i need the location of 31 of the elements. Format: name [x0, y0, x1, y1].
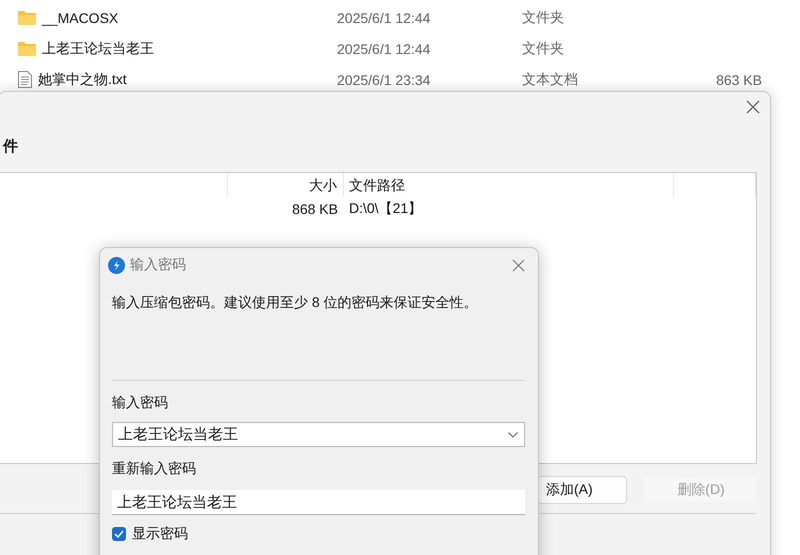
- file-date: 2025/6/1 12:44: [337, 10, 432, 26]
- file-name[interactable]: 上老王论坛当老王: [42, 40, 154, 58]
- close-icon[interactable]: [512, 258, 525, 272]
- file-date: 2025/6/1 12:44: [337, 40, 432, 56]
- text-file-icon: [18, 71, 32, 88]
- table-cell-text: D:\0\【21】: [348, 200, 424, 218]
- column-header[interactable]: 大小: [228, 173, 344, 197]
- dialog-heading: 件: [3, 137, 19, 157]
- file-size: 863 KB: [715, 72, 762, 88]
- field-label: 输入密码: [112, 394, 168, 410]
- confirm-password-field[interactable]: 上老王论坛当老王: [112, 490, 525, 515]
- chevron-down-icon: [508, 432, 518, 438]
- file-type: 文本文档: [522, 70, 579, 88]
- table-cell-text: 868 KB: [291, 201, 339, 217]
- file-type: 文件夹: [522, 40, 565, 58]
- dialog-message: 输入压缩包密码。建议使用至少 8 位的密码来保证安全性。: [112, 294, 478, 310]
- column-header[interactable]: 文件路径: [344, 173, 674, 197]
- add-button[interactable]: 添加(A): [537, 476, 627, 504]
- file-name[interactable]: 她掌中之物.txt: [38, 70, 127, 88]
- dialog-title: 输入密码: [130, 256, 186, 274]
- folder-icon: [18, 10, 36, 25]
- file-date: 2025/6/1 23:34: [337, 72, 432, 88]
- folder-icon: [18, 41, 36, 56]
- field-label: 重新输入密码: [112, 460, 196, 476]
- close-icon[interactable]: [746, 100, 760, 114]
- checkbox[interactable]: [112, 527, 126, 541]
- password-combo-box[interactable]: 上老王论坛当老王: [112, 422, 525, 447]
- file-name[interactable]: __MACOSX: [42, 10, 118, 26]
- checkbox-label[interactable]: 显示密码: [132, 525, 188, 543]
- file-type: 文件夹: [522, 8, 565, 26]
- app-logo-icon: [108, 256, 125, 274]
